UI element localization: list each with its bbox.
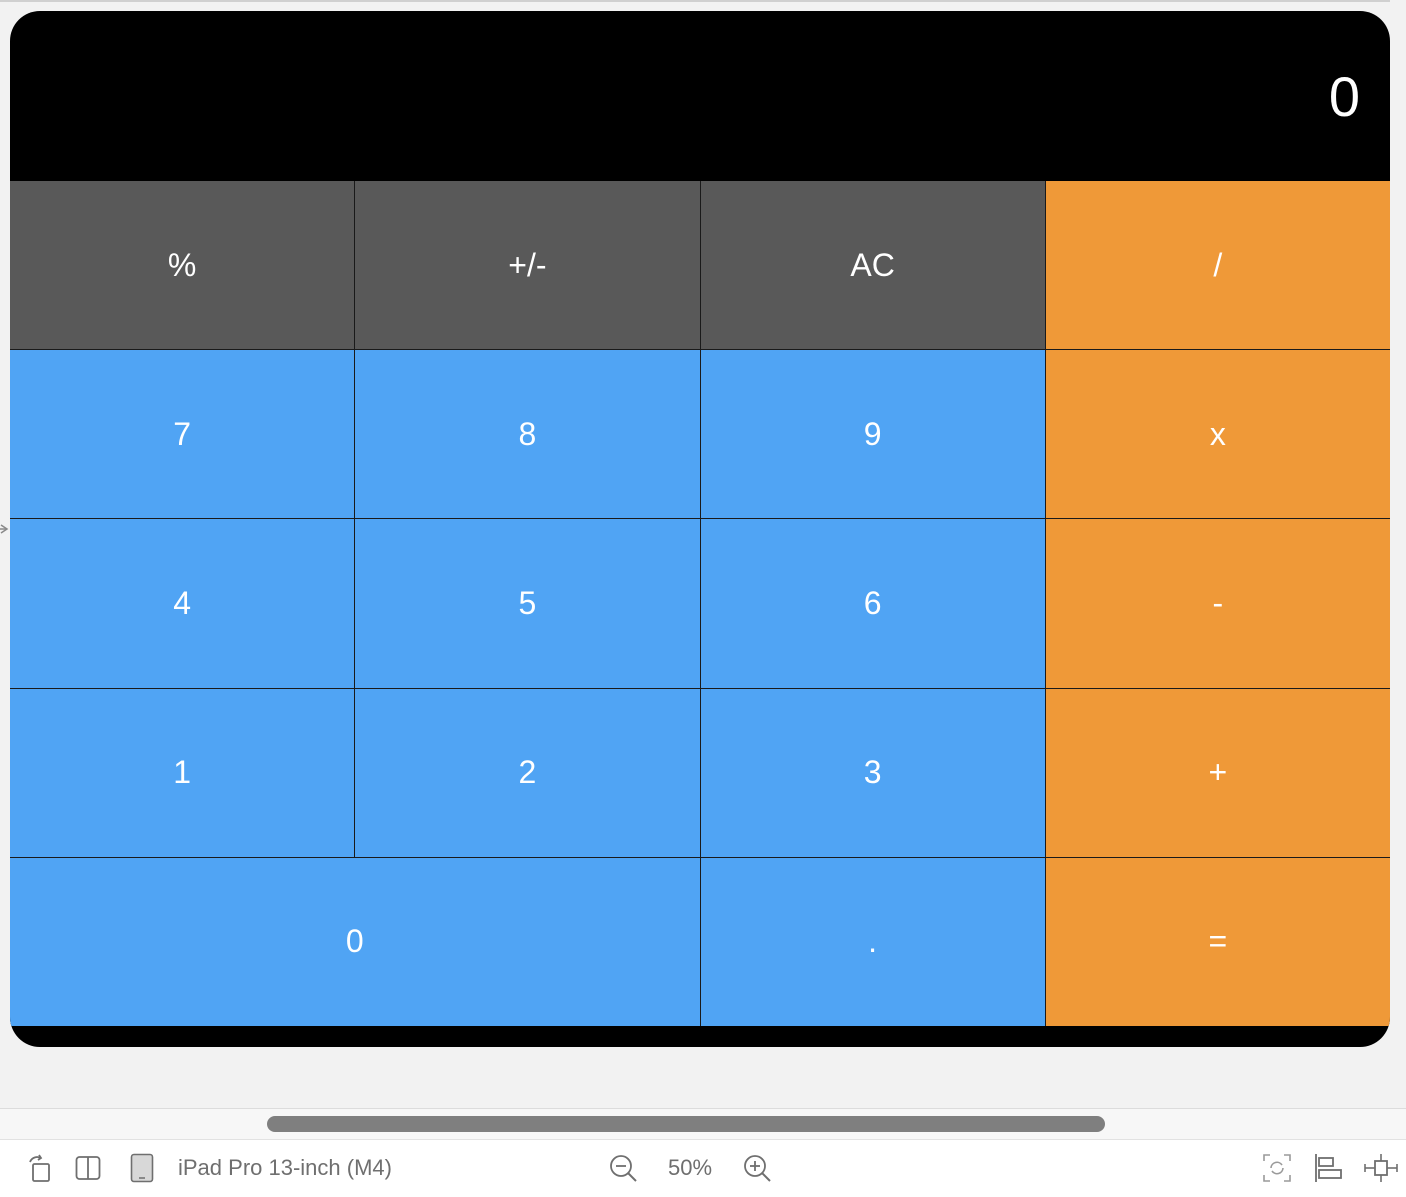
canvas-toolbar: iPad Pro 13-inch (M4) 50% — [0, 1139, 1406, 1197]
zoom-in-icon[interactable] — [742, 1152, 772, 1184]
digit-8-button[interactable]: 8 — [355, 350, 700, 519]
horizontal-scrollbar[interactable] — [0, 1108, 1406, 1139]
digit-2-button[interactable]: 2 — [355, 688, 700, 857]
clear-button[interactable]: AC — [700, 181, 1045, 350]
resize-icon[interactable] — [1364, 1152, 1398, 1184]
digit-9-button[interactable]: 9 — [700, 350, 1045, 519]
horizontal-scroll-thumb[interactable] — [267, 1116, 1105, 1132]
refresh-preview-icon[interactable] — [1262, 1152, 1292, 1184]
ipad-device-icon[interactable] — [130, 1152, 154, 1184]
negate-button[interactable]: +/- — [355, 181, 700, 350]
align-icon[interactable] — [1314, 1152, 1344, 1184]
calculator-display: 0 — [10, 11, 1390, 181]
digit-6-button[interactable]: 6 — [700, 519, 1045, 688]
zoom-out-icon[interactable] — [608, 1152, 638, 1184]
display-value: 0 — [1328, 65, 1360, 128]
device-name-label[interactable]: iPad Pro 13-inch (M4) — [178, 1152, 392, 1184]
subtract-button[interactable]: - — [1045, 519, 1390, 688]
calculator-keypad: % +/- AC / 7 8 9 x 4 5 6 - 1 2 3 + 0 . = — [10, 181, 1390, 1026]
equals-button[interactable]: = — [1045, 857, 1390, 1026]
decimal-button[interactable]: . — [700, 857, 1045, 1026]
digit-4-button[interactable]: 4 — [10, 519, 355, 688]
zoom-level-label[interactable]: 50% — [668, 1152, 712, 1184]
split-view-icon[interactable] — [75, 1152, 101, 1184]
ipad-preview-frame: 0 % +/- AC / 7 8 9 x 4 5 6 - 1 2 3 + 0 .… — [10, 11, 1390, 1047]
digit-3-button[interactable]: 3 — [700, 688, 1045, 857]
canvas-area: 0 % +/- AC / 7 8 9 x 4 5 6 - 1 2 3 + 0 .… — [0, 0, 1406, 1108]
digit-5-button[interactable]: 5 — [355, 519, 700, 688]
add-button[interactable]: + — [1045, 688, 1390, 857]
multiply-button[interactable]: x — [1045, 350, 1390, 519]
digit-1-button[interactable]: 1 — [10, 688, 355, 857]
percent-button[interactable]: % — [10, 181, 355, 350]
entry-point-arrow-icon — [0, 520, 10, 538]
rotate-icon[interactable] — [26, 1152, 52, 1184]
digit-7-button[interactable]: 7 — [10, 350, 355, 519]
divide-button[interactable]: / — [1045, 181, 1390, 350]
digit-0-button[interactable]: 0 — [10, 857, 700, 1026]
canvas-top-divider — [0, 0, 1390, 2]
